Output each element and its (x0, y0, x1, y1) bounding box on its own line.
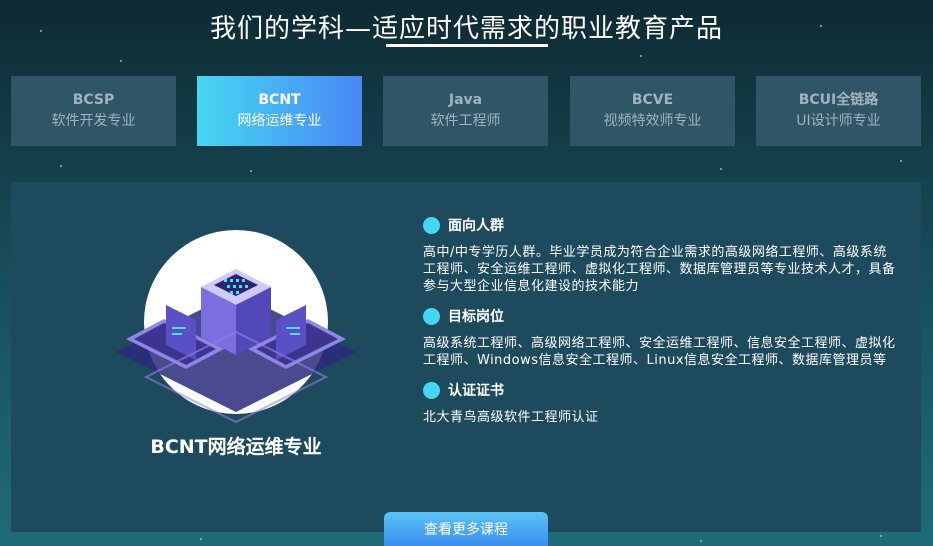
section-header: 面向人群 (423, 214, 898, 236)
title-underline (386, 44, 548, 47)
course-tabs: BCSP 软件开发专业 BCNT 网络运维专业 Java 软件工程师 BCVE … (11, 76, 922, 146)
tab-code: BCVE (631, 92, 674, 108)
course-info: 面向人群 高中/中专学历人群。毕业学员成为符合企业需求的高级网络工程师、高级系统… (423, 214, 898, 436)
page-title: 我们的学科—适应时代需求的职业教育产品 (209, 14, 723, 44)
tab-code: BCNT (258, 92, 301, 108)
tab-name: 软件工程师 (430, 113, 501, 129)
course-detail-panel: BCNT网络运维专业 面向人群 高中/中专学历人群。毕业学员成为符合企业需求的高… (11, 182, 921, 532)
tab-code: BCUI全链路 (798, 92, 879, 108)
tab-code: Java (448, 92, 483, 108)
section-title: 目标岗位 (448, 309, 504, 325)
section-title: 面向人群 (448, 218, 504, 234)
section-header: 认证证书 (423, 379, 898, 401)
tab-java[interactable]: Java 软件工程师 (383, 76, 548, 146)
section-body: 高级系统工程师、高级网络工程师、安全运维工程师、信息安全工程师、虚拟化工程师、W… (423, 336, 896, 368)
tab-bcsp[interactable]: BCSP 软件开发专业 (11, 76, 176, 146)
section-body: 北大青鸟高级软件工程师认证 (423, 410, 599, 425)
server-network-isometric-icon (116, 230, 356, 424)
bullet-circle-icon (423, 381, 440, 399)
section-audience: 面向人群 高中/中专学历人群。毕业学员成为符合企业需求的高级网络工程师、高级系统… (423, 214, 898, 295)
tab-name: 视频特效师专业 (603, 113, 702, 129)
tab-bcui[interactable]: BCUI全链路 UI设计师专业 (756, 76, 921, 146)
tab-name: 软件开发专业 (51, 113, 136, 129)
tab-bcve[interactable]: BCVE 视频特效师专业 (570, 76, 735, 146)
section-title: 认证证书 (448, 383, 504, 399)
tab-name: 网络运维专业 (237, 113, 322, 129)
more-courses-button[interactable]: 查看更多课程 (384, 512, 548, 546)
tab-code: BCSP (72, 92, 115, 108)
section-positions: 目标岗位 高级系统工程师、高级网络工程师、安全运维工程师、信息安全工程师、虚拟化… (423, 305, 898, 369)
bullet-circle-icon (423, 307, 440, 325)
tab-name: UI设计师专业 (796, 113, 881, 129)
bullet-circle-icon (423, 216, 440, 234)
tab-bcnt[interactable]: BCNT 网络运维专业 (197, 76, 362, 146)
section-header: 目标岗位 (423, 305, 898, 327)
section-certificate: 认证证书 北大青鸟高级软件工程师认证 (423, 379, 898, 426)
section-body: 高中/中专学历人群。毕业学员成为符合企业需求的高级网络工程师、高级系统工程师、安… (423, 245, 896, 294)
course-title: BCNT网络运维专业 (150, 436, 322, 458)
